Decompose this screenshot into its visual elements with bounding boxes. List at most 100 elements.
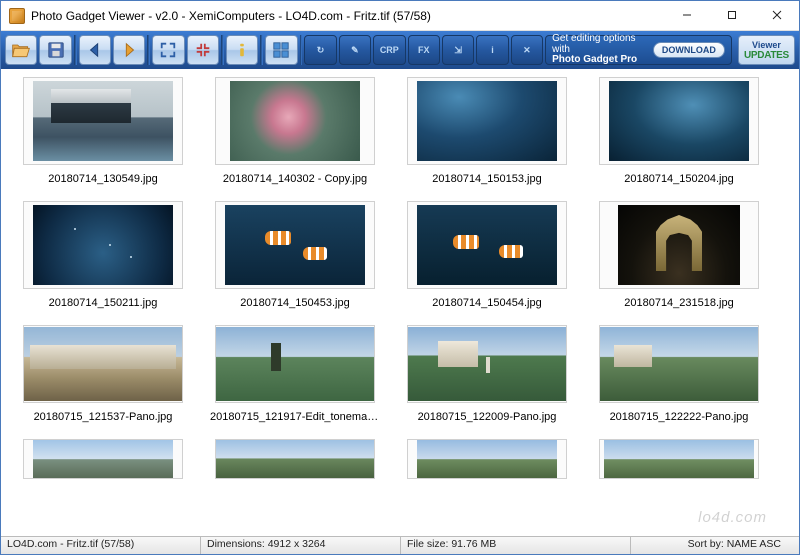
thumbnail-cell[interactable] (205, 439, 385, 479)
thumbnail-cell[interactable]: 20180714_150454.jpg (397, 201, 577, 319)
resize-icon: ⇲ (454, 45, 462, 56)
thumbnail-image (599, 77, 759, 165)
thumbnail-cell[interactable]: 20180714_150204.jpg (589, 77, 769, 195)
crop-button[interactable]: CRP (373, 35, 405, 65)
thumbnail-image (215, 439, 375, 479)
toolbar-separator (221, 35, 224, 65)
thumbnail-cell[interactable]: 20180714_150453.jpg (205, 201, 385, 319)
arrow-left-icon (85, 41, 105, 59)
statusbar: LO4D.com - Fritz.tif (57/58) Dimensions:… (1, 536, 799, 554)
thumbnail-cell[interactable]: 20180714_140302 - Copy.jpg (205, 77, 385, 195)
thumbnail-filename: 20180714_150204.jpg (624, 173, 734, 185)
image-placeholder (417, 205, 557, 285)
thumbnail-filename: 20180714_231518.jpg (624, 297, 734, 309)
prev-button[interactable] (79, 35, 111, 65)
meta-button[interactable]: i (476, 35, 508, 65)
thumbnail-image (23, 201, 183, 289)
thumbnail-cell[interactable]: 20180715_122222-Pano.jpg (589, 325, 769, 433)
minimize-button[interactable] (664, 1, 709, 29)
thumbnails-button[interactable] (265, 35, 297, 65)
updates-label-2: UPDATES (744, 50, 789, 61)
thumbnail-cell[interactable]: 20180714_231518.jpg (589, 201, 769, 319)
status-filesize: File size: 91.76 MB (401, 537, 631, 554)
thumbnail-cell[interactable]: 20180715_121537-Pano.jpg (13, 325, 193, 433)
open-button[interactable] (5, 35, 37, 65)
thumbnail-image (407, 201, 567, 289)
thumbnail-image (215, 77, 375, 165)
thumbnail-cell[interactable]: 20180715_121917-Edit_tonemappe... (205, 325, 385, 433)
fx-button[interactable]: FX (408, 35, 440, 65)
info-icon (232, 41, 252, 59)
thumbnail-cell[interactable] (397, 439, 577, 479)
thumbnail-filename: 20180714_150453.jpg (240, 297, 350, 309)
status-sort: Sort by: NAME ASC (682, 537, 799, 554)
thumbnail-filename: 20180714_150153.jpg (432, 173, 542, 185)
thumbnail-filename: 20180715_122009-Pano.jpg (418, 411, 557, 423)
status-file: LO4D.com - Fritz.tif (57/58) (1, 537, 201, 554)
maximize-button[interactable] (709, 1, 754, 29)
edit-button[interactable]: ✎ (339, 35, 371, 65)
image-placeholder (417, 439, 557, 479)
thumbnail-image (215, 201, 375, 289)
thumbnail-cell[interactable] (589, 439, 769, 479)
contract-icon (193, 41, 213, 59)
toolbar: ↻ ✎ CRP FX ⇲ i ✕ Get editing options wit… (1, 31, 799, 69)
download-button[interactable]: DOWNLOAD (653, 42, 725, 58)
thumbnail-image (23, 77, 183, 165)
thumbnail-image (407, 325, 567, 403)
resize-button[interactable]: ⇲ (442, 35, 474, 65)
thumbnail-image (599, 325, 759, 403)
pencil-icon: ✎ (351, 45, 359, 56)
promo-line1: Get editing options with (552, 34, 647, 55)
status-dimensions: Dimensions: 4912 x 3264 (201, 537, 401, 554)
thumbnail-cell[interactable]: 20180714_150211.jpg (13, 201, 193, 319)
thumbnail-filename: 20180715_121537-Pano.jpg (34, 411, 173, 423)
thumbnail-filename: 20180714_130549.jpg (48, 173, 158, 185)
thumbnail-cell[interactable]: 20180715_122009-Pano.jpg (397, 325, 577, 433)
image-placeholder (417, 81, 557, 161)
thumbnail-image (215, 325, 375, 403)
image-placeholder (225, 205, 365, 285)
thumbnail-cell[interactable]: 20180714_150153.jpg (397, 77, 577, 195)
grid-icon (271, 41, 291, 59)
save-icon (46, 41, 66, 59)
app-icon (9, 8, 25, 24)
thumbnail-cell[interactable] (13, 439, 193, 479)
thumbnail-filename: 20180714_150211.jpg (49, 297, 158, 309)
promo-banner: Get editing options with Photo Gadget Pr… (545, 35, 732, 65)
toolbar-separator (74, 35, 77, 65)
next-button[interactable] (113, 35, 145, 65)
thumbnail-filename: 20180715_121917-Edit_tonemappe... (210, 411, 380, 423)
updates-button[interactable]: Viewer UPDATES (738, 35, 795, 65)
thumbnail-area[interactable]: 20180714_130549.jpg 20180714_140302 - Cop… (1, 69, 799, 536)
image-placeholder (230, 81, 360, 161)
fullscreen-button[interactable] (152, 35, 184, 65)
image-placeholder (33, 439, 173, 479)
folder-open-icon (11, 41, 31, 59)
fit-button[interactable] (187, 35, 219, 65)
toolbar-separator (300, 35, 303, 65)
image-placeholder (216, 439, 374, 479)
fx-label: FX (418, 45, 430, 55)
thumbnail-filename: 20180715_122222-Pano.jpg (610, 411, 749, 423)
promo-line2: Photo Gadget Pro (552, 55, 647, 66)
thumbnail-filename: 20180714_150454.jpg (432, 297, 542, 309)
close-button[interactable] (754, 1, 799, 29)
delete-icon: ✕ (523, 45, 531, 56)
info-button[interactable] (226, 35, 258, 65)
promo-text: Get editing options with Photo Gadget Pr… (552, 34, 647, 66)
image-placeholder (216, 327, 374, 401)
delete-button[interactable]: ✕ (511, 35, 543, 65)
thumbnail-cell[interactable]: 20180714_130549.jpg (13, 77, 193, 195)
rotate-button[interactable]: ↻ (304, 35, 336, 65)
arrow-right-icon (119, 41, 139, 59)
image-placeholder (33, 205, 173, 285)
thumbnail-image (407, 77, 567, 165)
thumbnail-filename: 20180714_140302 - Copy.jpg (223, 173, 367, 185)
image-placeholder (24, 327, 182, 401)
thumbnail-image (407, 439, 567, 479)
image-placeholder (408, 327, 566, 401)
thumbnail-image (23, 325, 183, 403)
save-button[interactable] (39, 35, 71, 65)
thumbnail-image (23, 439, 183, 479)
